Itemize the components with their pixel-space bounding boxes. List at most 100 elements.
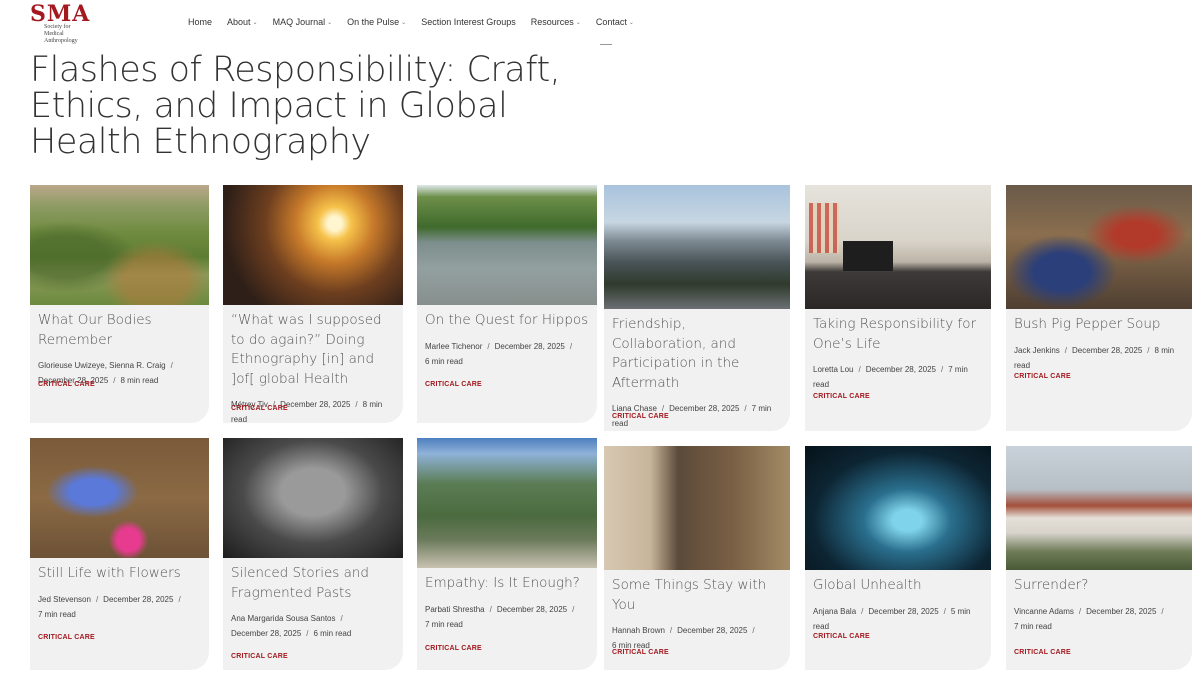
nav-item-home[interactable]: Home	[188, 15, 212, 29]
article-title[interactable]: Empathy: Is It Enough?	[425, 574, 589, 594]
article-title[interactable]: Taking Responsibility for One’s Life	[813, 315, 983, 354]
article-read-time: 7 min read	[1014, 621, 1052, 631]
article-authors[interactable]: Glorieuse Uwizeye, Sienna R. Craig	[38, 361, 166, 370]
article-authors[interactable]: Ana Margarida Sousa Santos	[231, 614, 336, 623]
article-title[interactable]: On the Quest for Hippos	[425, 311, 589, 331]
article-meta: Ana Margarida Sousa Santos / December 28,…	[231, 614, 352, 638]
category-tag[interactable]: CRITICAL CARE	[813, 633, 870, 640]
nav-label: On the Pulse	[347, 17, 400, 27]
article-date: December 28, 2025	[496, 604, 568, 614]
nav-item-about[interactable]: About ⌄	[227, 15, 258, 29]
article-authors[interactable]: Jack Jenkins	[1014, 346, 1060, 355]
article-meta: Parbati Shrestha / December 28, 2025/ 7 mi…	[425, 604, 575, 629]
logo-subtitle-line2: Anthropology	[44, 38, 78, 44]
page-title: Flashes of Responsibility: Craft, Ethics…	[30, 50, 561, 162]
logo-mark: SMA	[30, 1, 91, 27]
nav-label: Resources	[530, 17, 574, 27]
article-title[interactable]: What Our Bodies Remember	[38, 311, 201, 350]
article-title[interactable]: Silenced Stories and Fragmented Pasts	[231, 564, 395, 603]
nav-item-maq-journal[interactable]: MAQ Journal ⌄	[273, 15, 333, 29]
article-card[interactable]: Surrender? Vincanne Adams / December 28, 2…	[1006, 446, 1192, 670]
nav-item-resources[interactable]: Resources ⌄	[531, 15, 581, 29]
article-authors[interactable]: Parbati Shrestha	[425, 605, 485, 614]
article-card[interactable]: Silenced Stories and Fragmented Pasts An…	[223, 438, 403, 670]
header-divider	[600, 44, 612, 45]
article-date: December 28, 2025	[280, 400, 351, 409]
article-thumbnail[interactable]	[604, 185, 790, 309]
article-read-time: 7 min read	[38, 609, 76, 619]
category-tag[interactable]: CRITICAL CARE	[425, 645, 482, 652]
article-title[interactable]: Bush Pig Pepper Soup	[1014, 315, 1184, 335]
category-tag[interactable]: CRITICAL CARE	[612, 649, 669, 656]
article-thumbnail[interactable]	[30, 185, 209, 305]
nav-label: About	[227, 17, 251, 27]
article-title[interactable]: Friendship, Collaboration, and Participa…	[612, 315, 782, 393]
article-thumbnail[interactable]	[223, 438, 403, 558]
article-card[interactable]: What Our Bodies Remember Glorieuse Uwize…	[30, 185, 209, 423]
article-thumbnail[interactable]	[805, 185, 991, 309]
article-card[interactable]: Some Things Stay with You Hannah Brown / D…	[604, 446, 790, 670]
article-authors[interactable]: Anjana Bala	[813, 607, 856, 616]
article-date: December 28, 2025	[1086, 606, 1157, 616]
article-authors[interactable]: Jed Stevenson	[38, 595, 91, 604]
article-authors[interactable]: Liana Chase	[612, 404, 657, 413]
category-tag[interactable]: CRITICAL CARE	[231, 405, 288, 412]
article-date: December 28, 2025	[868, 606, 939, 616]
article-authors[interactable]: Vincanne Adams	[1014, 607, 1074, 616]
article-card[interactable]: Empathy: Is It Enough? Parbati Shrestha /…	[417, 438, 597, 670]
chevron-down-icon: ⌄	[252, 19, 258, 26]
article-date: December 28, 2025	[103, 594, 174, 604]
nav-label: Home	[188, 17, 213, 27]
article-card[interactable]: Global Unhealth Anjana Bala / December 28,…	[805, 446, 991, 670]
main-nav: Home About ⌄ MAQ Journal ⌄ On the Pulse ⌄ S…	[188, 15, 649, 29]
article-title[interactable]: Global Unhealth	[813, 576, 983, 596]
article-authors[interactable]: Marlee Tichenor	[425, 342, 482, 351]
article-meta: Loretta Lou / December 28, 2025/7 min read	[813, 365, 968, 389]
article-title[interactable]: Some Things Stay with You	[612, 576, 782, 615]
article-card[interactable]: Taking Responsibility for One’s Life Lor…	[805, 185, 991, 431]
article-thumbnail[interactable]	[417, 438, 597, 568]
nav-label: MAQ Journal	[272, 17, 326, 27]
article-meta: Jack Jenkins / December 28, 2025/8 min rea…	[1014, 345, 1175, 370]
category-tag[interactable]: CRITICAL CARE	[813, 393, 870, 400]
category-tag[interactable]: CRITICAL CARE	[612, 413, 669, 420]
article-authors[interactable]: Loretta Lou	[813, 365, 853, 374]
article-thumbnail[interactable]	[1006, 446, 1192, 570]
category-tag[interactable]: CRITICAL CARE	[231, 653, 288, 660]
nav-item-section-interest-groups[interactable]: Section Interest Groups	[421, 15, 516, 29]
category-tag[interactable]: CRITICAL CARE	[1014, 649, 1071, 656]
nav-label: Section Interest Groups	[421, 17, 516, 27]
article-card[interactable]: On the Quest for Hippos Marlee Tichenor /…	[417, 185, 597, 423]
chevron-down-icon: ⌄	[327, 19, 333, 26]
article-title[interactable]: “What was I supposed to do again?” Doing…	[231, 311, 395, 389]
article-meta: Vincanne Adams / December 28, 2025/ 7 min …	[1014, 606, 1164, 631]
category-tag[interactable]: CRITICAL CARE	[1014, 373, 1071, 380]
article-title[interactable]: Surrender?	[1014, 576, 1184, 596]
article-thumbnail[interactable]	[30, 438, 209, 558]
nav-label: Contact	[595, 17, 627, 27]
site-logo[interactable]: SMA Society for Medical Anthropology	[30, 1, 91, 44]
nav-item-on-the-pulse[interactable]: On the Pulse ⌄	[347, 15, 406, 29]
article-thumbnail[interactable]	[604, 446, 790, 570]
article-card[interactable]: Friendship, Collaboration, and Participa…	[604, 185, 790, 431]
article-card[interactable]: Still Life with Flowers Jed Stevenson / De…	[30, 438, 209, 670]
category-tag[interactable]: CRITICAL CARE	[425, 381, 482, 388]
article-thumbnail[interactable]	[223, 185, 403, 305]
article-title[interactable]: Still Life with Flowers	[38, 564, 201, 584]
article-authors[interactable]: Hannah Brown	[612, 626, 665, 635]
chevron-down-icon: ⌄	[628, 19, 634, 26]
article-read-time: 8 min read	[120, 376, 159, 385]
category-tag[interactable]: CRITICAL CARE	[38, 634, 95, 641]
article-thumbnail[interactable]	[1006, 185, 1192, 309]
article-date: December 28, 2025	[677, 626, 748, 635]
article-thumbnail[interactable]	[805, 446, 991, 570]
article-read-time: 6 min read	[313, 629, 352, 638]
article-card[interactable]: “What was I supposed to do again?” Doing…	[223, 185, 403, 423]
article-meta: Jed Stevenson / December 28, 2025/ 7 min r…	[38, 594, 181, 619]
article-card[interactable]: Bush Pig Pepper Soup Jack Jenkins / Decemb…	[1006, 185, 1192, 431]
article-date: December 28, 2025	[231, 629, 302, 638]
article-thumbnail[interactable]	[417, 185, 597, 305]
article-meta: Anjana Bala / December 28, 2025/5 min read	[813, 606, 971, 631]
category-tag[interactable]: CRITICAL CARE	[38, 381, 95, 388]
nav-item-contact[interactable]: Contact ⌄	[596, 15, 634, 29]
